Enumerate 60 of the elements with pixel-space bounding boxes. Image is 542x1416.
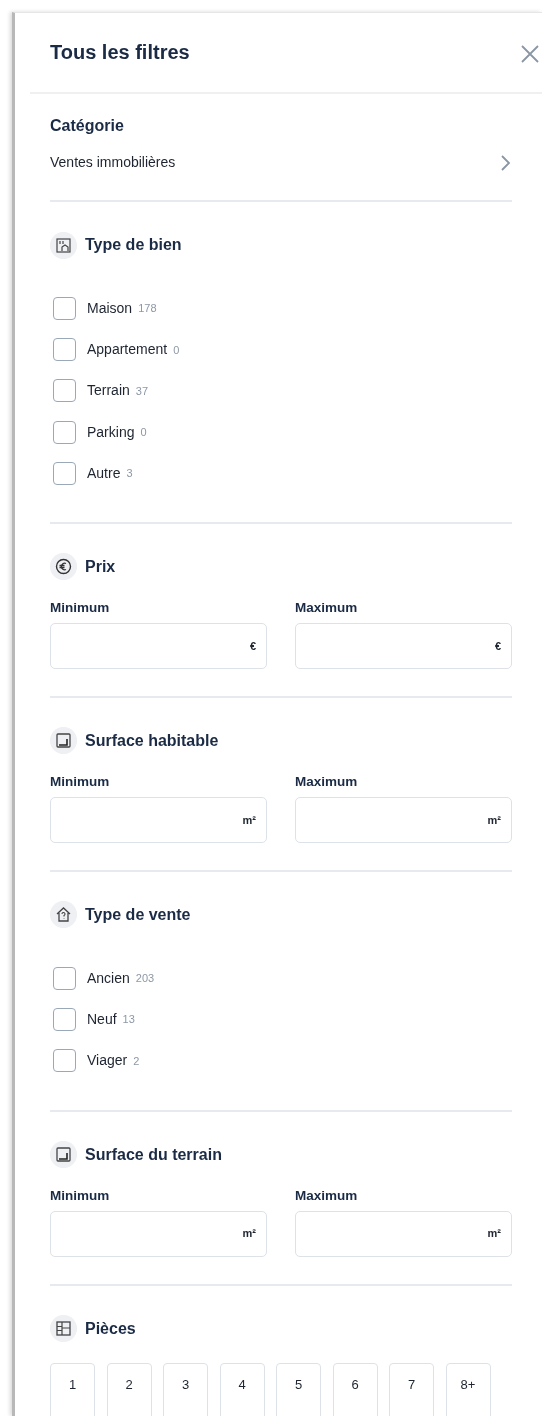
input-field[interactable]: m² [295,796,512,843]
option-label: Terrain [87,381,130,401]
unit-label: m² [487,1226,501,1242]
checkbox[interactable] [53,338,76,362]
room-count-button[interactable]: 8+ [445,1362,491,1416]
result-count: 3 [126,466,133,482]
result-count: 203 [135,971,155,987]
option-label: Neuf [87,1010,117,1030]
option-label: Maison [87,299,133,319]
input-field[interactable]: m² [50,1210,267,1257]
checkbox[interactable] [53,1008,76,1032]
checkbox[interactable] [53,297,76,321]
checkbox[interactable] [53,1049,76,1073]
chevron-right-icon [500,154,512,173]
option-label: Parking [87,422,135,442]
room-count-button[interactable]: 1 [50,1362,95,1416]
section-heading: Surface habitable [85,730,219,751]
result-count: 2 [133,1053,140,1069]
option-label: Viager [87,1051,128,1071]
unit-label: € [249,638,256,654]
unit-label: € [494,638,501,654]
result-count: 13 [122,1012,135,1028]
checkbox[interactable] [53,461,76,485]
field-label: Maximum [295,1186,359,1205]
result-count: 178 [138,301,157,317]
field-label: Maximum [295,599,359,618]
room-count-button[interactable]: 7 [389,1362,434,1416]
unit-label: m² [487,812,501,828]
input-field[interactable]: m² [50,796,267,843]
section-heading: Pièces [85,1318,136,1339]
unit-label: m² [242,812,256,828]
option-label: Autre [87,463,121,483]
checkbox[interactable] [53,420,76,444]
section-heading: Type de vente [85,904,191,925]
field-label: Minimum [50,773,111,792]
room-count-button[interactable]: 2 [106,1362,152,1416]
option-label: Ancien [87,969,130,989]
checkbox[interactable] [53,379,76,403]
room-count-button[interactable]: 3 [163,1362,208,1416]
panel-title: Tous les filtres [50,39,190,64]
result-count: 0 [173,342,180,358]
input-field[interactable]: € [50,622,267,669]
result-count: 37 [135,383,149,399]
category-selector[interactable]: Ventes immobilières [50,144,512,186]
field-label: Maximum [295,773,359,792]
room-count-button[interactable]: 4 [219,1362,265,1416]
unit-label: m² [242,1226,256,1242]
section-heading: Catégorie [50,116,125,136]
section-heading: Prix [85,556,116,577]
section-heading: Surface du terrain [85,1144,222,1165]
checkbox[interactable] [53,967,76,991]
input-field[interactable]: m² [295,1210,512,1257]
result-count: 0 [140,424,147,440]
option-label: Appartement [87,340,168,360]
field-label: Minimum [50,599,111,618]
room-count-button[interactable]: 6 [332,1362,378,1416]
input-field[interactable]: € [295,622,512,669]
section-heading: Type de bien [85,235,182,255]
room-count-button[interactable]: 5 [276,1362,321,1416]
field-label: Minimum [50,1186,111,1205]
